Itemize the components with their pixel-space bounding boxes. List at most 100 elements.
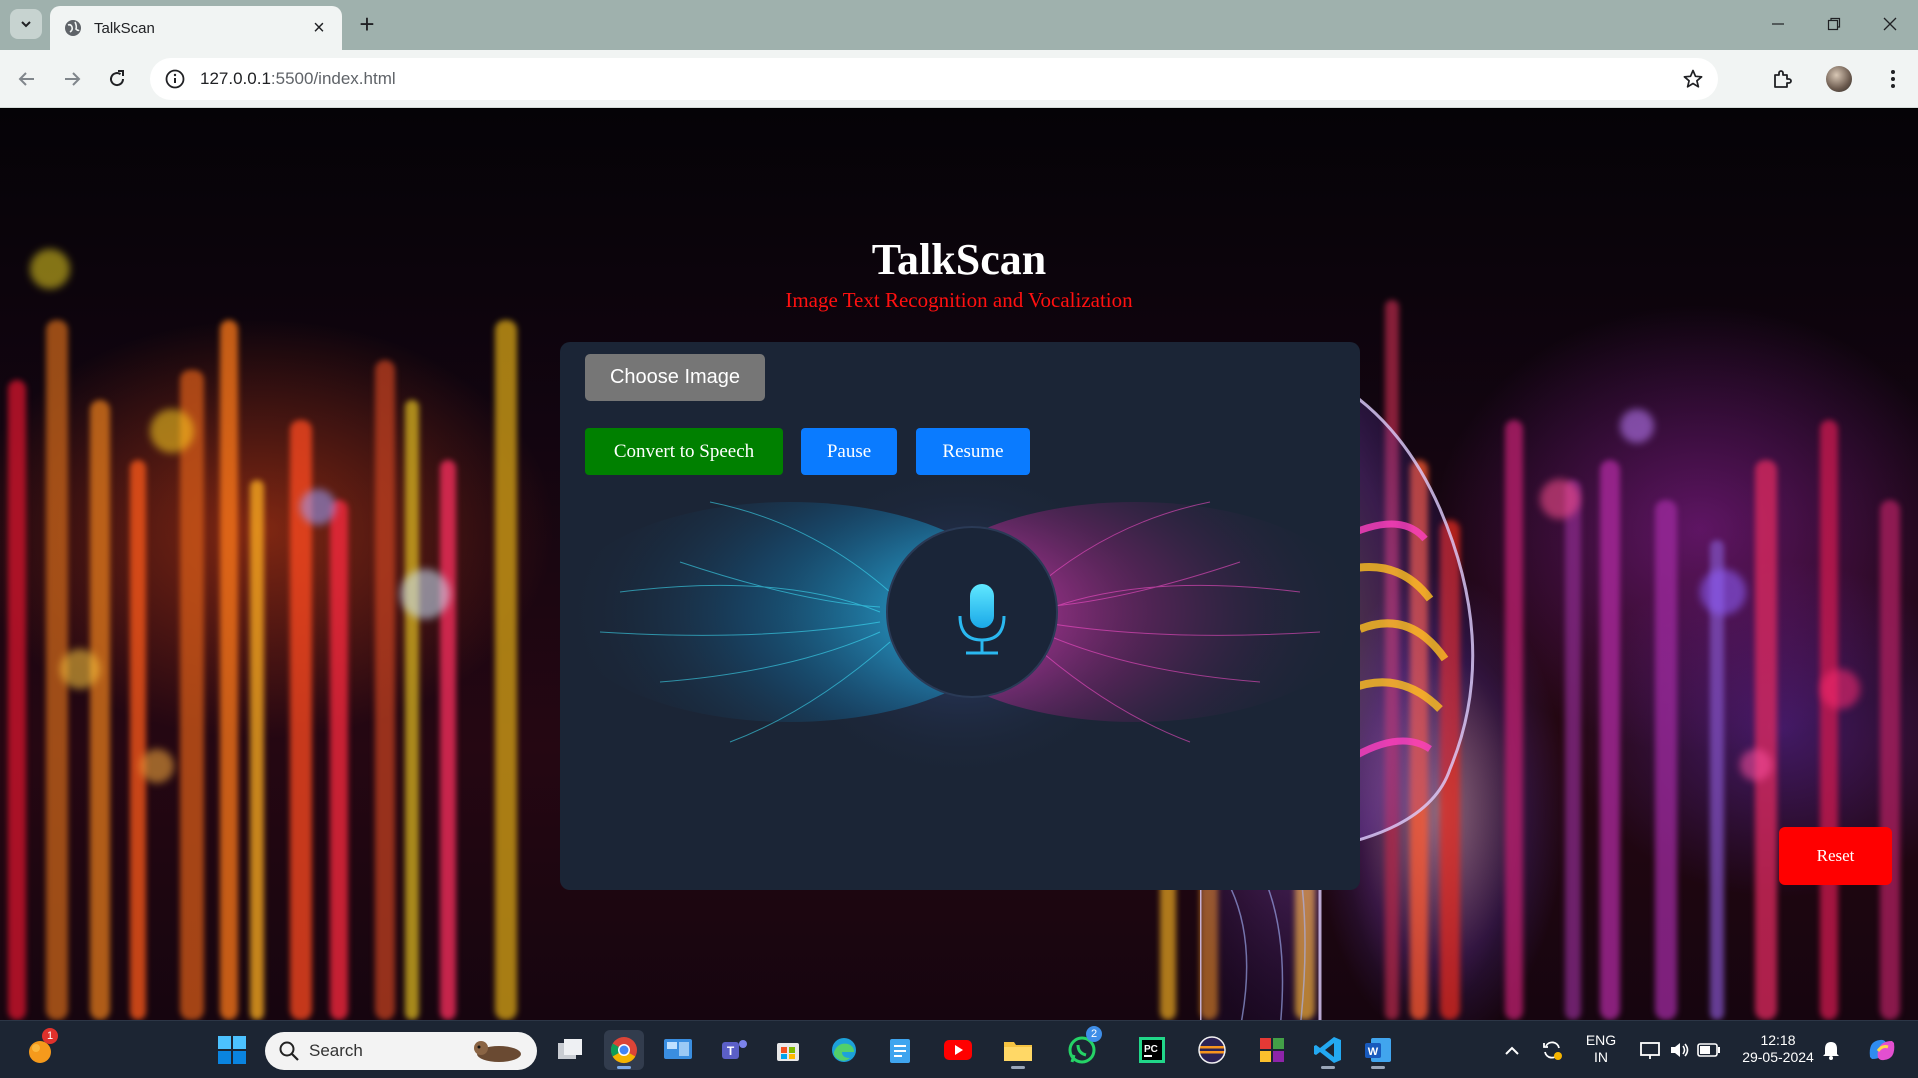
arrow-right-icon [65,72,81,86]
tab-close-icon[interactable]: × [308,17,330,40]
vscode-icon [1314,1037,1341,1063]
url-host: 127.0.0.1 [200,69,271,88]
quick-settings-button[interactable] [1630,1030,1730,1070]
pause-button[interactable]: Pause [801,428,897,475]
close-icon [1883,17,1897,31]
globe-icon [65,20,81,36]
notification-badge: 2 [1086,1026,1102,1042]
microphone-icon [958,584,1006,655]
puzzle-icon [1774,70,1792,88]
reload-button[interactable] [100,62,134,96]
running-indicator [1011,1066,1025,1069]
colored-tiles-icon [1260,1038,1284,1062]
convert-to-speech-button[interactable]: Convert to Speech [585,428,783,475]
search-icon [279,1041,299,1061]
taskbar-chrome[interactable] [604,1030,644,1070]
volume-icon [1671,1043,1689,1057]
taskbar-vscode[interactable] [1308,1030,1348,1070]
close-window-button[interactable] [1866,8,1914,40]
sync-status-button[interactable] [1534,1030,1570,1070]
taskbar-youtube[interactable] [938,1030,978,1070]
show-hidden-icons-button[interactable] [1494,1030,1530,1070]
folder-icon [1004,1042,1032,1061]
clock[interactable]: 12:18 29-05-2024 [1732,1032,1824,1066]
browser-menu-button[interactable] [1876,62,1910,96]
avatar [1826,66,1852,92]
edge-icon [832,1038,856,1062]
region-code: IN [1594,1049,1608,1065]
eclipse-icon [1198,1036,1226,1064]
chrome-icon [610,1037,637,1064]
url-text: 127.0.0.1:5500/index.html [200,69,396,89]
browser-tab[interactable]: TalkScan × [50,6,342,50]
tab-search-button[interactable] [10,9,42,39]
taskbar-word[interactable]: W [1358,1030,1398,1070]
taskbar-control-panel[interactable] [658,1030,698,1070]
taskbar-edge[interactable] [824,1030,864,1070]
taskbar-microsoft-store[interactable] [768,1030,808,1070]
profile-button[interactable] [1822,62,1856,96]
taskbar-eclipse[interactable] [1192,1030,1232,1070]
taskbar-search-input[interactable]: Search [265,1032,537,1070]
svg-text:PC: PC [1144,1044,1158,1055]
taskbar-app-tiles[interactable] [1252,1030,1292,1070]
notifications-button[interactable] [1816,1030,1846,1070]
clock-time: 12:18 [1760,1032,1796,1048]
taskbar-file-explorer[interactable] [998,1030,1038,1070]
page-viewport: TalkScan Image Text Recognition and Voca… [0,109,1918,1020]
running-indicator [1371,1066,1385,1069]
store-icon [777,1043,799,1061]
youtube-icon [944,1040,972,1060]
language-indicator[interactable]: ENG IN [1578,1032,1624,1066]
sync-icon [1543,1041,1562,1060]
battery-icon [1697,1043,1720,1057]
arrow-left-icon [18,72,34,86]
clock-date: 29-05-2024 [1742,1049,1814,1065]
browser-tab-strip: TalkScan × + [0,0,1918,50]
extensions-button[interactable] [1765,62,1799,96]
chevron-down-icon [21,21,31,28]
choose-image-button[interactable]: Choose Image [585,354,765,401]
bookmark-star-icon[interactable] [1682,68,1704,90]
active-indicator [617,1066,631,1069]
browser-toolbar: 127.0.0.1:5500/index.html [0,50,1918,108]
notepad-icon [890,1039,910,1063]
tab-title: TalkScan [94,19,155,37]
task-view-icon [558,1039,582,1059]
new-tab-button[interactable]: + [352,10,382,40]
taskbar-app-start-widget[interactable]: 1 [20,1028,60,1070]
taskbar-whatsapp[interactable]: 2 [1062,1026,1102,1070]
forward-button[interactable] [55,62,89,96]
copilot-icon [1869,1039,1895,1061]
bell-icon [1823,1042,1839,1060]
start-button[interactable] [212,1030,252,1070]
taskbar-teams[interactable]: T [714,1030,754,1070]
restore-icon [1827,17,1841,31]
main-card: Choose Image Convert to Speech Pause Res… [560,342,1360,890]
windows-logo-icon [218,1036,246,1064]
word-icon: W [1365,1038,1391,1062]
control-panel-icon [664,1039,692,1059]
teams-icon: T [722,1040,747,1059]
minimize-button[interactable] [1754,8,1802,40]
running-indicator [1321,1066,1335,1069]
reload-icon [110,70,125,87]
taskbar-pycharm[interactable]: PC [1132,1030,1172,1070]
kebab-menu-icon [1891,70,1895,88]
taskbar-task-view[interactable] [550,1030,590,1070]
taskbar-notepad[interactable] [880,1030,920,1070]
windows-taskbar: 1 Search T 2 PC W ENG IN 12:18 29-05-202… [0,1020,1918,1078]
copilot-button[interactable] [1862,1030,1902,1070]
restore-button[interactable] [1810,8,1858,40]
network-icon [1640,1042,1660,1059]
pycharm-icon: PC [1139,1037,1165,1063]
address-bar[interactable]: 127.0.0.1:5500/index.html [150,58,1718,100]
page-subtitle: Image Text Recognition and Vocalization [785,288,1133,312]
reset-button[interactable]: Reset [1779,827,1892,885]
site-info-icon[interactable] [164,68,186,90]
back-button[interactable] [10,62,44,96]
resume-button[interactable]: Resume [916,428,1030,475]
page-header: TalkScan Image Text Recognition and Voca… [0,235,1918,313]
otter-search-highlight-icon [474,1041,521,1062]
svg-text:T: T [727,1044,735,1058]
